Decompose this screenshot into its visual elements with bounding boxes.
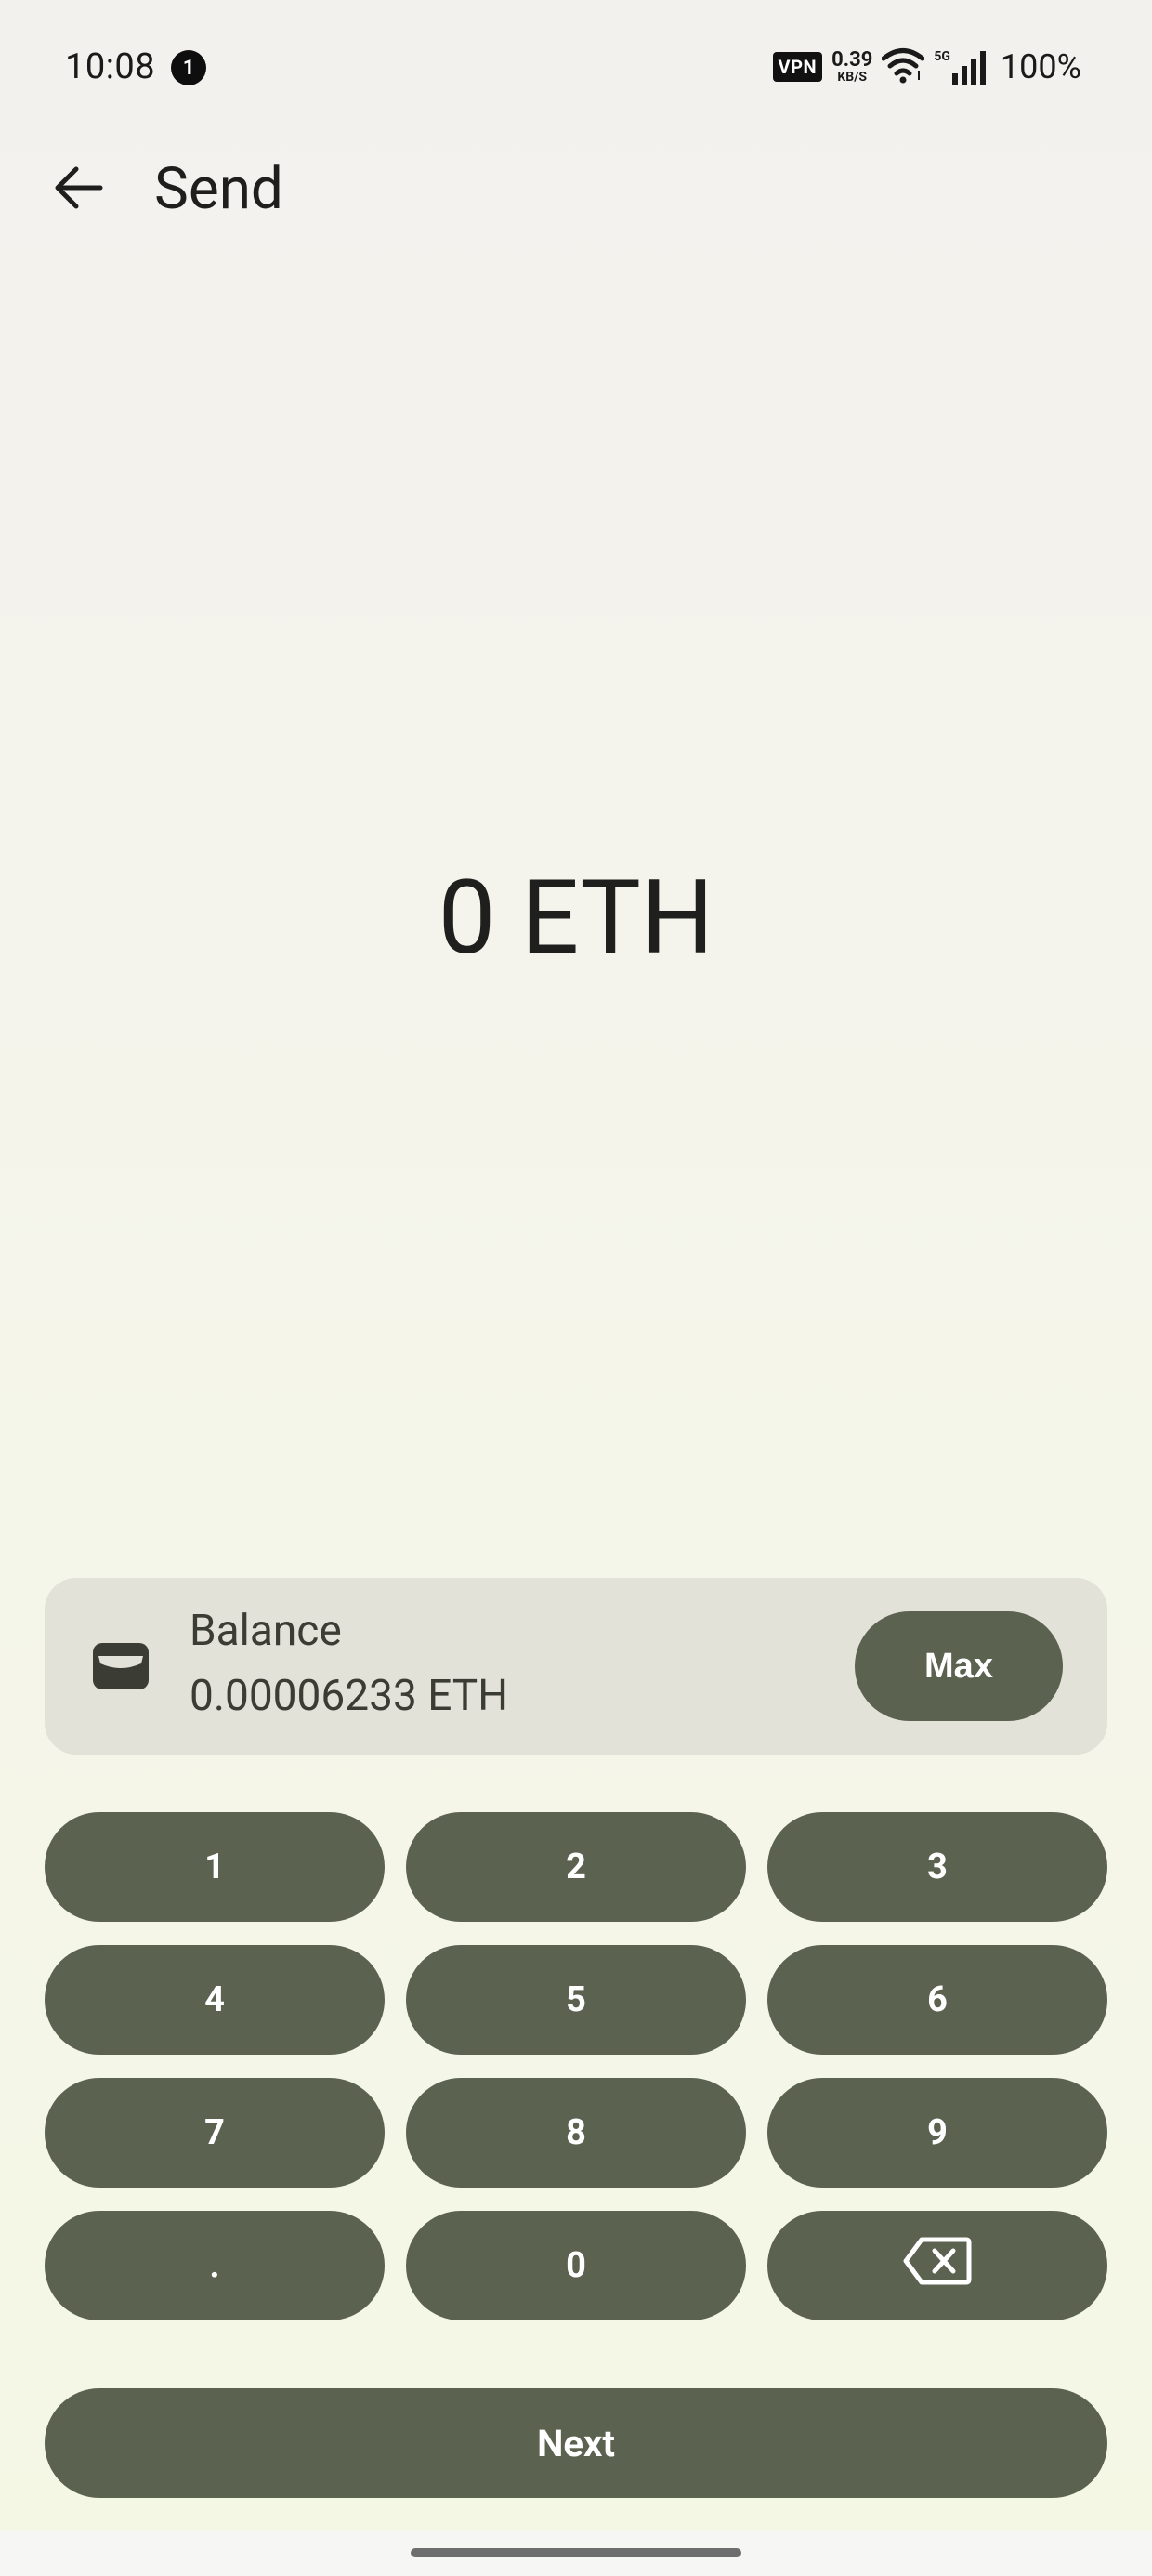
backspace-icon (903, 2237, 972, 2294)
key-2[interactable]: 2 (406, 1812, 746, 1922)
arrow-back-icon (52, 162, 104, 217)
key-4[interactable]: 4 (45, 1945, 385, 2055)
home-indicator[interactable] (411, 2548, 741, 2557)
battery-level: 100% (1000, 47, 1081, 86)
key-6[interactable]: 6 (767, 1945, 1107, 2055)
backspace-button[interactable] (767, 2211, 1107, 2320)
balance-value: 0.00006233 ETH (190, 1671, 509, 1721)
cellular-signal-icon: 5G (934, 49, 988, 85)
next-button[interactable]: Next (45, 2388, 1107, 2498)
key-9[interactable]: 9 (767, 2078, 1107, 2188)
status-icons: VPN 0.39 KB/S 5G 100% (772, 43, 1081, 91)
max-button[interactable]: Max (855, 1611, 1063, 1721)
network-speed-value: 0.39 (831, 48, 873, 72)
key-1[interactable]: 1 (45, 1812, 385, 1922)
key-7[interactable]: 7 (45, 2078, 385, 2188)
wallet-icon (93, 1643, 149, 1689)
network-speed-unit: KB/S (837, 70, 868, 85)
vpn-badge: VPN (772, 52, 823, 82)
page-title: Send (154, 155, 283, 223)
network-speed: 0.39 KB/S (831, 48, 873, 85)
key-decimal[interactable]: . (45, 2211, 385, 2320)
network-type: 5G (934, 49, 950, 64)
key-8[interactable]: 8 (406, 2078, 746, 2188)
balance-card: Balance 0.00006233 ETH Max (45, 1578, 1107, 1755)
notification-badge: 1 (171, 50, 206, 85)
amount-display: 0 ETH (438, 858, 714, 978)
status-bar: 10:08 1 VPN 0.39 KB/S 5G 100% (0, 0, 1152, 139)
wifi-icon (881, 46, 925, 87)
status-time: 10:08 (65, 46, 156, 87)
back-button[interactable] (45, 156, 111, 223)
balance-label: Balance (190, 1606, 342, 1656)
key-3[interactable]: 3 (767, 1812, 1107, 1922)
key-0[interactable]: 0 (406, 2211, 746, 2320)
key-5[interactable]: 5 (406, 1945, 746, 2055)
